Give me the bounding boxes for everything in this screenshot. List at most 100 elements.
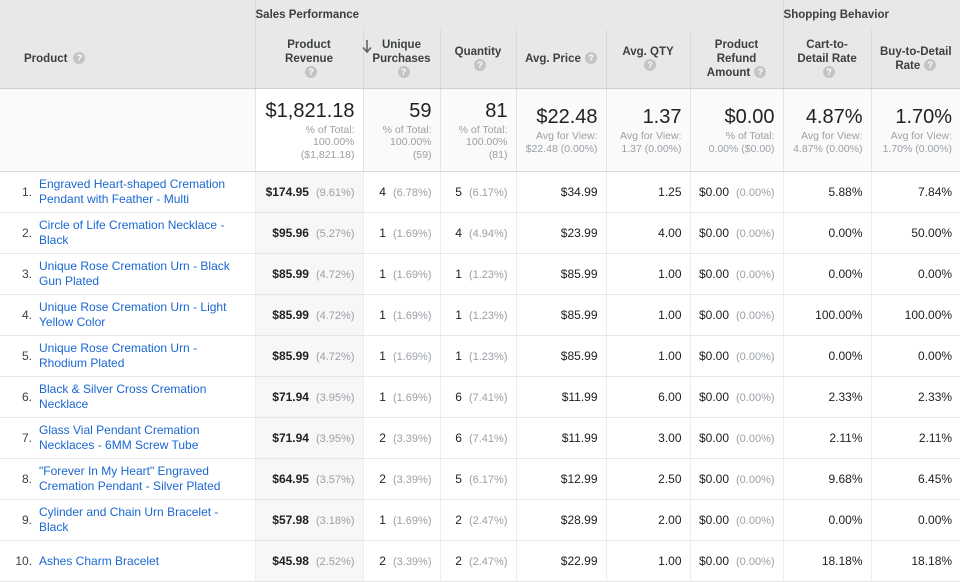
cart-to-detail-rate-cell: 100.00% — [782, 294, 872, 336]
cart-to-detail-rate-value: 9.68% — [828, 472, 863, 486]
totals-buy-to-detail-rate-sub: Avg for View: 1.70% (0.00%) — [882, 130, 953, 155]
cart-to-detail-rate-value: 0.00% — [828, 349, 863, 363]
row-index: 9. — [21, 513, 32, 527]
column-header-buy-to-detail-rate[interactable]: Buy-to-Detail Rate? — [870, 30, 960, 89]
column-header-product-label: Product — [24, 53, 68, 65]
product-refund-amount-value: $0.00 — [698, 349, 729, 363]
column-header-unique-purchases[interactable]: Unique Purchases ? — [362, 30, 440, 89]
product-link[interactable]: Cylinder and Chain Urn Bracelet - Black — [39, 505, 247, 535]
cart-to-detail-rate-value: 2.33% — [828, 390, 863, 404]
product-refund-amount-value: $0.00 — [698, 390, 729, 404]
avg-price-cell: $11.99 — [515, 417, 606, 459]
column-header-avg-price[interactable]: Avg. Price? — [515, 30, 606, 89]
avg-qty-value: 1.00 — [658, 308, 682, 322]
avg-price-cell: $11.99 — [515, 376, 606, 418]
table-row: 6. Black & Silver Cross Cremation Necklac… — [0, 376, 960, 418]
product-revenue-cell: $85.99 (4.72%) — [254, 294, 363, 336]
column-header-cart-to-detail-rate[interactable]: Cart-to-Detail Rate? — [782, 30, 872, 89]
totals-cart-to-detail-rate: 4.87% Avg for View: 4.87% (0.00%) — [782, 88, 872, 172]
product-revenue-value: $85.99 — [272, 349, 309, 363]
quantity-value: 1 — [455, 349, 462, 363]
unique-purchases-percent: (6.78%) — [392, 187, 432, 199]
unique-purchases-cell: 1 (1.69%) — [362, 212, 440, 254]
totals-quantity-sub: % of Total: 100.00% (81) — [458, 123, 508, 161]
column-header-product-revenue[interactable]: Product Revenue ? — [254, 30, 372, 89]
column-header-avg-qty[interactable]: Avg. QTY? — [605, 30, 690, 89]
help-icon[interactable]: ? — [397, 65, 410, 78]
help-icon[interactable]: ? — [644, 58, 656, 71]
column-header-cart-to-detail-rate-label: Cart-to-Detail Rate — [797, 39, 857, 65]
quantity-cell: 5 (6.17%) — [439, 171, 516, 213]
product-revenue-value: $71.94 — [272, 431, 309, 445]
cart-to-detail-rate-value: 2.11% — [829, 431, 863, 445]
help-icon[interactable]: ? — [584, 51, 597, 64]
buy-to-detail-rate-value: 2.33% — [918, 390, 953, 404]
product-cell: 2. Circle of Life Cremation Necklace - Bl… — [0, 212, 255, 254]
product-link[interactable]: Unique Rose Cremation Urn - Rhodium Plat… — [39, 341, 247, 371]
column-header-product-refund-amount[interactable]: Product Refund Amount? — [689, 30, 784, 89]
product-link[interactable]: Circle of Life Cremation Necklace - Blac… — [39, 218, 247, 248]
column-header-product[interactable]: Product? — [0, 30, 255, 89]
help-icon[interactable]: ? — [73, 51, 86, 64]
product-revenue-value: $64.95 — [272, 472, 309, 486]
table-row: 8. "Forever In My Heart" Engraved Cremati… — [0, 458, 960, 500]
column-header-quantity[interactable]: Quantity ? — [439, 30, 516, 89]
totals-product-cell — [0, 88, 255, 172]
product-refund-amount-value: $0.00 — [698, 185, 729, 199]
buy-to-detail-rate-cell: 18.18% — [870, 540, 960, 582]
product-revenue-cell: $174.95 (9.61%) — [254, 171, 363, 213]
row-index: 8. — [21, 472, 32, 486]
unique-purchases-value: 1 — [379, 513, 386, 527]
help-icon[interactable]: ? — [823, 65, 836, 78]
product-link[interactable]: "Forever In My Heart" Engraved Cremation… — [39, 464, 247, 494]
row-index: 10. — [15, 554, 32, 568]
cart-to-detail-rate-cell: 0.00% — [782, 499, 872, 541]
product-link[interactable]: Black & Silver Cross Cremation Necklace — [39, 382, 247, 412]
row-index: 3. — [21, 267, 32, 281]
buy-to-detail-rate-cell: 2.11% — [870, 417, 960, 459]
cart-to-detail-rate-value: 0.00% — [828, 513, 863, 527]
avg-price-value: $23.99 — [560, 226, 598, 240]
buy-to-detail-rate-cell: 2.33% — [870, 376, 960, 418]
product-cell: 6. Black & Silver Cross Cremation Necklac… — [0, 376, 255, 418]
product-link[interactable]: Unique Rose Cremation Urn - Light Yellow… — [39, 300, 247, 330]
totals-avg-qty-value: 1.37 — [642, 106, 682, 128]
quantity-cell: 1 (1.23%) — [439, 253, 516, 295]
product-revenue-percent: (4.72%) — [315, 310, 355, 322]
help-icon[interactable]: ? — [754, 65, 767, 78]
product-revenue-value: $95.96 — [272, 226, 309, 240]
unique-purchases-percent: (1.69%) — [392, 228, 432, 240]
avg-qty-value: 1.00 — [658, 349, 682, 363]
product-link[interactable]: Unique Rose Cremation Urn - Black Gun Pl… — [39, 259, 247, 289]
product-refund-amount-cell: $0.00 (0.00%) — [689, 417, 784, 459]
totals-avg-price-value: $22.48 — [536, 106, 598, 128]
unique-purchases-cell: 1 (1.69%) — [362, 335, 440, 377]
help-icon[interactable]: ? — [473, 58, 486, 71]
product-revenue-value: $57.98 — [272, 513, 309, 527]
column-header-avg-price-label: Avg. Price — [525, 53, 581, 65]
product-link[interactable]: Engraved Heart-shaped Cremation Pendant … — [39, 177, 247, 207]
product-refund-amount-percent: (0.00%) — [736, 556, 775, 568]
cart-to-detail-rate-cell: 2.11% — [782, 417, 872, 459]
cart-to-detail-rate-cell: 0.00% — [782, 253, 872, 295]
totals-avg-price: $22.48 Avg for View: $22.48 (0.00%) — [515, 88, 606, 172]
product-refund-amount-value: $0.00 — [698, 431, 729, 445]
avg-price-cell: $12.99 — [515, 458, 606, 500]
product-link[interactable]: Ashes Charm Bracelet — [39, 554, 159, 569]
buy-to-detail-rate-value: 0.00% — [918, 267, 953, 281]
cart-to-detail-rate-cell: 0.00% — [782, 335, 872, 377]
cart-to-detail-rate-cell: 5.88% — [782, 171, 872, 213]
help-icon[interactable]: ? — [924, 58, 937, 71]
quantity-value: 6 — [455, 431, 462, 445]
avg-price-value: $85.99 — [560, 267, 598, 281]
buy-to-detail-rate-value: 18.18% — [911, 554, 953, 568]
table-row: 10. Ashes Charm Bracelet $45.98 (2.52%) 2 (3.… — [0, 540, 960, 582]
help-icon[interactable]: ? — [305, 65, 317, 78]
product-revenue-percent: (5.27%) — [315, 228, 355, 240]
totals-avg-qty-sub: Avg for View: 1.37 (0.00%) — [620, 130, 682, 155]
row-index: 7. — [21, 431, 32, 445]
quantity-value: 1 — [455, 267, 462, 281]
unique-purchases-cell: 2 (3.39%) — [362, 540, 440, 582]
product-link[interactable]: Glass Vial Pendant Cremation Necklaces -… — [39, 423, 247, 453]
avg-qty-value: 1.25 — [658, 185, 682, 199]
